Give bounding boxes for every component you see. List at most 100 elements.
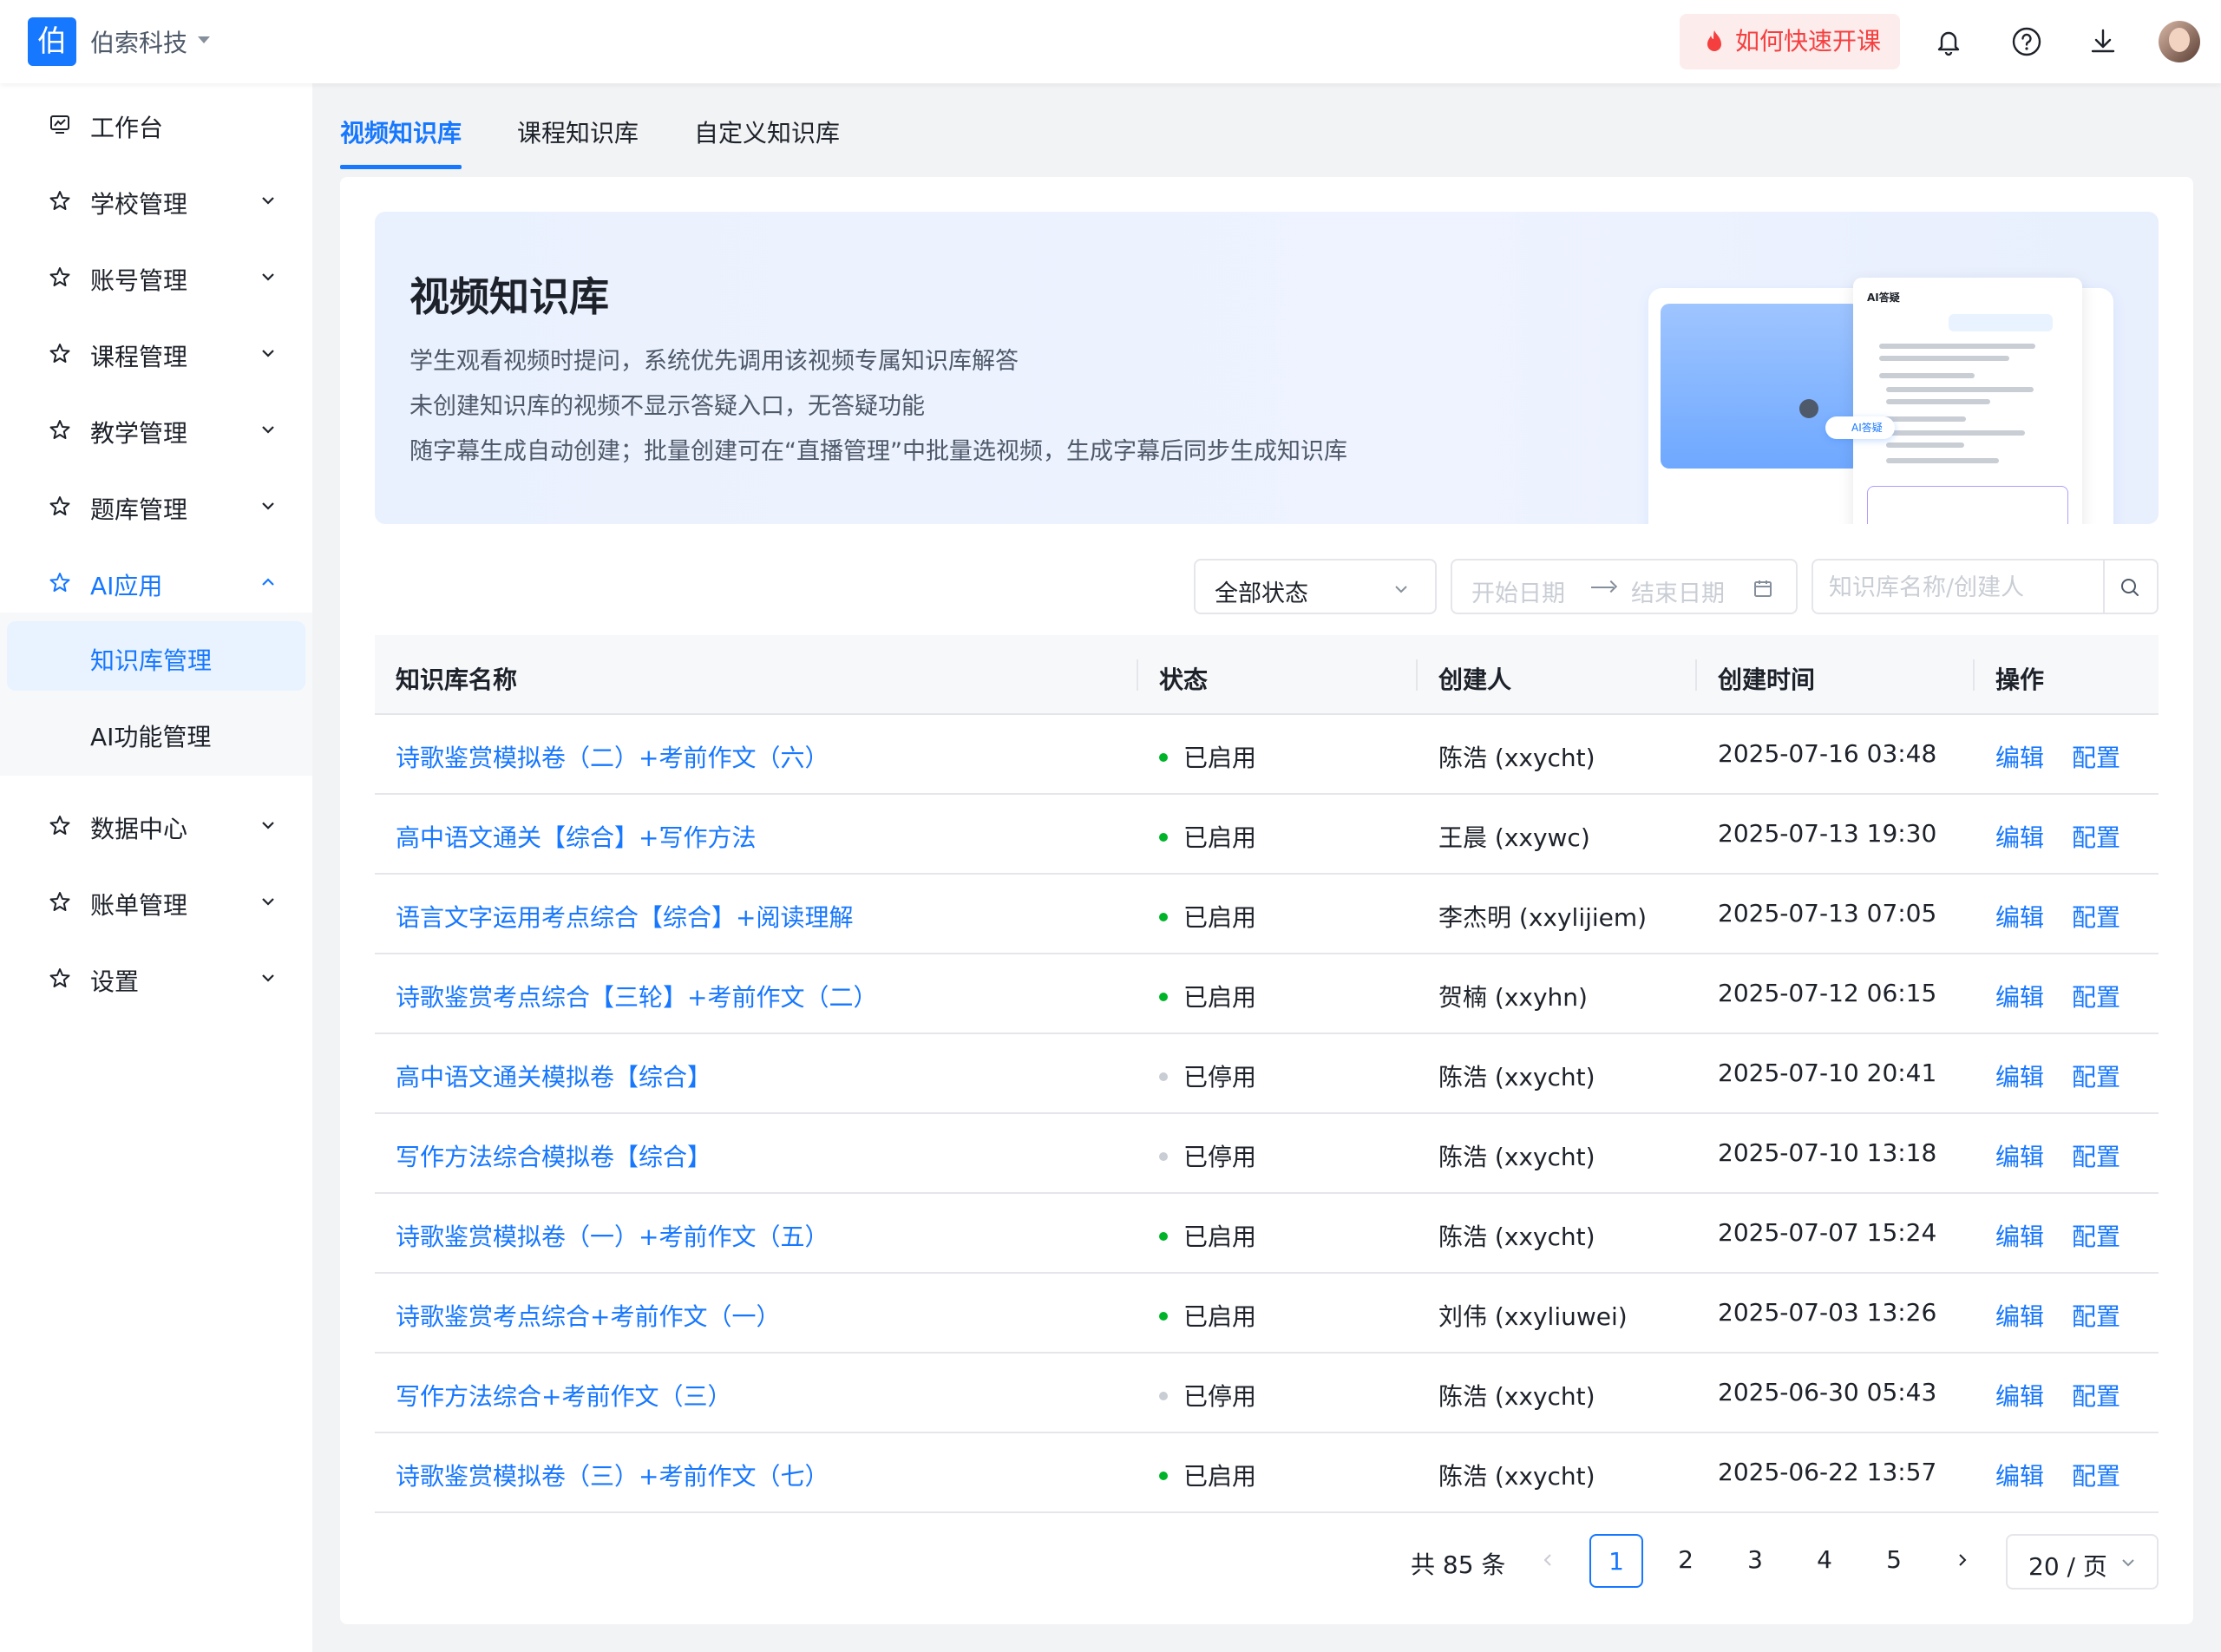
- caret-down-icon[interactable]: [198, 36, 210, 43]
- calendar-icon: [1754, 580, 1772, 597]
- config-link[interactable]: 配置: [2072, 1218, 2120, 1253]
- kb-name-link[interactable]: 诗歌鉴赏模拟卷（一）+考前作文（五）: [396, 1218, 829, 1253]
- brand-logo[interactable]: 伯: [28, 17, 76, 66]
- bell-icon[interactable]: [1929, 23, 1968, 61]
- kb-name-link[interactable]: 高中语文通关模拟卷【综合】: [396, 1059, 711, 1093]
- tab-custom-kb[interactable]: 自定义知识库: [694, 115, 840, 149]
- config-link[interactable]: 配置: [2072, 739, 2120, 774]
- search-icon[interactable]: [2119, 576, 2141, 599]
- creator-text: 陈浩 (xxycht): [1438, 744, 1595, 772]
- sidebar-item-ai-apps[interactable]: AI应用: [0, 543, 312, 620]
- sidebar-subitem-knowledge-base[interactable]: 知识库管理: [7, 621, 305, 691]
- page-button-5[interactable]: 5: [1867, 1534, 1921, 1588]
- kb-name-link[interactable]: 语言文字运用考点综合【综合】+阅读理解: [396, 899, 853, 934]
- column-header-name: 知识库名称: [396, 665, 518, 694]
- edit-link[interactable]: 编辑: [1995, 979, 2044, 1013]
- fire-icon: [1707, 30, 1721, 51]
- chevron-up-icon: [262, 578, 274, 586]
- config-link[interactable]: 配置: [2072, 1138, 2120, 1173]
- config-link[interactable]: 配置: [2072, 819, 2120, 854]
- edit-link[interactable]: 编辑: [1995, 1458, 2044, 1492]
- kb-name-link[interactable]: 诗歌鉴赏模拟卷（三）+考前作文（七）: [396, 1458, 829, 1492]
- date-end-input[interactable]: 结束日期: [1631, 574, 1725, 608]
- edit-link[interactable]: 编辑: [1995, 899, 2044, 934]
- star-icon: [49, 267, 70, 286]
- creator-text: 王晨 (xxywc): [1438, 823, 1590, 852]
- page-button-1[interactable]: 1: [1589, 1534, 1643, 1588]
- page-button-4[interactable]: 4: [1798, 1534, 1851, 1588]
- edit-link[interactable]: 编辑: [1995, 1059, 2044, 1093]
- column-header-created-time: 创建时间: [1718, 665, 1816, 694]
- sidebar-item-data-center[interactable]: 数据中心: [0, 786, 312, 862]
- kb-name-link[interactable]: 写作方法综合+考前作文（三）: [396, 1378, 731, 1413]
- sidebar-item-label: 课程管理: [90, 343, 188, 371]
- edit-link[interactable]: 编辑: [1995, 739, 2044, 774]
- status-select[interactable]: 全部状态: [1194, 559, 1437, 614]
- config-link[interactable]: 配置: [2072, 1059, 2120, 1093]
- sidebar-item-question-bank[interactable]: 题库管理: [0, 467, 312, 543]
- chevron-left-icon[interactable]: [1536, 1548, 1560, 1572]
- intro-banner: 视频知识库 学生观看视频时提问，系统优先调用该视频专属知识库解答 未创建知识库的…: [375, 212, 2159, 524]
- chevron-down-icon: [262, 350, 274, 357]
- banner-title: 视频知识库: [409, 273, 609, 320]
- kb-name-link[interactable]: 高中语文通关【综合】+写作方法: [396, 819, 756, 854]
- sidebar-item-dashboard[interactable]: 工作台: [0, 85, 312, 161]
- sidebar-subitem-label: 知识库管理: [90, 646, 213, 675]
- config-link[interactable]: 配置: [2072, 1298, 2120, 1333]
- status-text: 已启用: [1183, 983, 1257, 1012]
- config-link[interactable]: 配置: [2072, 899, 2120, 934]
- top-bar: 伯 伯索科技 如何快速开课: [0, 0, 2221, 83]
- search-input[interactable]: [1829, 573, 2089, 602]
- kb-name-link[interactable]: 写作方法综合模拟卷【综合】: [396, 1138, 711, 1173]
- date-range-picker[interactable]: 开始日期 结束日期: [1451, 559, 1798, 614]
- star-icon: [49, 344, 70, 363]
- status-text: 已启用: [1183, 744, 1257, 772]
- kb-name-link[interactable]: 诗歌鉴赏考点综合+考前作文（一）: [396, 1298, 780, 1333]
- edit-link[interactable]: 编辑: [1995, 1138, 2044, 1173]
- sidebar-item-label: 设置: [90, 967, 140, 996]
- star-icon: [49, 496, 70, 515]
- page-button-2[interactable]: 2: [1659, 1534, 1713, 1588]
- edit-link[interactable]: 编辑: [1995, 1378, 2044, 1413]
- sidebar-item-course[interactable]: 课程管理: [0, 314, 312, 390]
- status-text: 已停用: [1183, 1382, 1257, 1411]
- created-time-text: 2025-07-13 19:30: [1718, 819, 1937, 848]
- quick-start-button[interactable]: 如何快速开课: [1680, 14, 1900, 69]
- avatar[interactable]: [2159, 21, 2200, 62]
- sidebar-item-label: 账单管理: [90, 891, 188, 920]
- created-time-text: 2025-07-12 06:15: [1718, 979, 1937, 1007]
- sidebar-item-label: 工作台: [90, 114, 164, 142]
- creator-text: 陈浩 (xxycht): [1438, 1382, 1595, 1411]
- edit-link[interactable]: 编辑: [1995, 1218, 2044, 1253]
- sidebar-item-account[interactable]: 账号管理: [0, 238, 312, 314]
- chevron-right-icon[interactable]: [1950, 1548, 1975, 1572]
- star-icon: [49, 892, 70, 911]
- edit-link[interactable]: 编辑: [1995, 1298, 2044, 1333]
- sidebar-subitem-ai-functions[interactable]: AI功能管理: [7, 698, 305, 767]
- search-divider: [2103, 560, 2105, 613]
- tab-course-kb[interactable]: 课程知识库: [517, 115, 639, 149]
- ai-apps-submenu: 知识库管理 AI功能管理: [0, 613, 312, 776]
- column-header-actions: 操作: [1995, 665, 2045, 694]
- sidebar-item-teaching[interactable]: 教学管理: [0, 390, 312, 467]
- date-start-input[interactable]: 开始日期: [1471, 574, 1565, 608]
- help-icon[interactable]: [2008, 23, 2046, 61]
- kb-name-link[interactable]: 诗歌鉴赏模拟卷（二）+考前作文（六）: [396, 739, 829, 774]
- config-link[interactable]: 配置: [2072, 1378, 2120, 1413]
- sidebar-item-settings[interactable]: 设置: [0, 939, 312, 1015]
- edit-link[interactable]: 编辑: [1995, 819, 2044, 854]
- config-link[interactable]: 配置: [2072, 979, 2120, 1013]
- tab-video-kb[interactable]: 视频知识库: [340, 115, 462, 149]
- sidebar-item-label: 题库管理: [90, 495, 188, 524]
- table-row: 诗歌鉴赏模拟卷（一）+考前作文（五） 已启用 陈浩 (xxycht) 2025-…: [375, 1194, 2159, 1274]
- download-icon[interactable]: [2084, 23, 2122, 61]
- brand-name[interactable]: 伯索科技: [90, 24, 187, 59]
- sidebar-item-school[interactable]: 学校管理: [0, 161, 312, 238]
- config-link[interactable]: 配置: [2072, 1458, 2120, 1492]
- kb-name-link[interactable]: 诗歌鉴赏考点综合【三轮】+考前作文（二）: [396, 979, 877, 1013]
- sidebar-item-billing[interactable]: 账单管理: [0, 862, 312, 939]
- status-text: 已启用: [1183, 1302, 1257, 1331]
- page-button-3[interactable]: 3: [1728, 1534, 1782, 1588]
- table-row: 诗歌鉴赏考点综合+考前作文（一） 已启用 刘伟 (xxyliuwei) 2025…: [375, 1274, 2159, 1354]
- page-size-select[interactable]: 20 / 页: [2006, 1534, 2159, 1590]
